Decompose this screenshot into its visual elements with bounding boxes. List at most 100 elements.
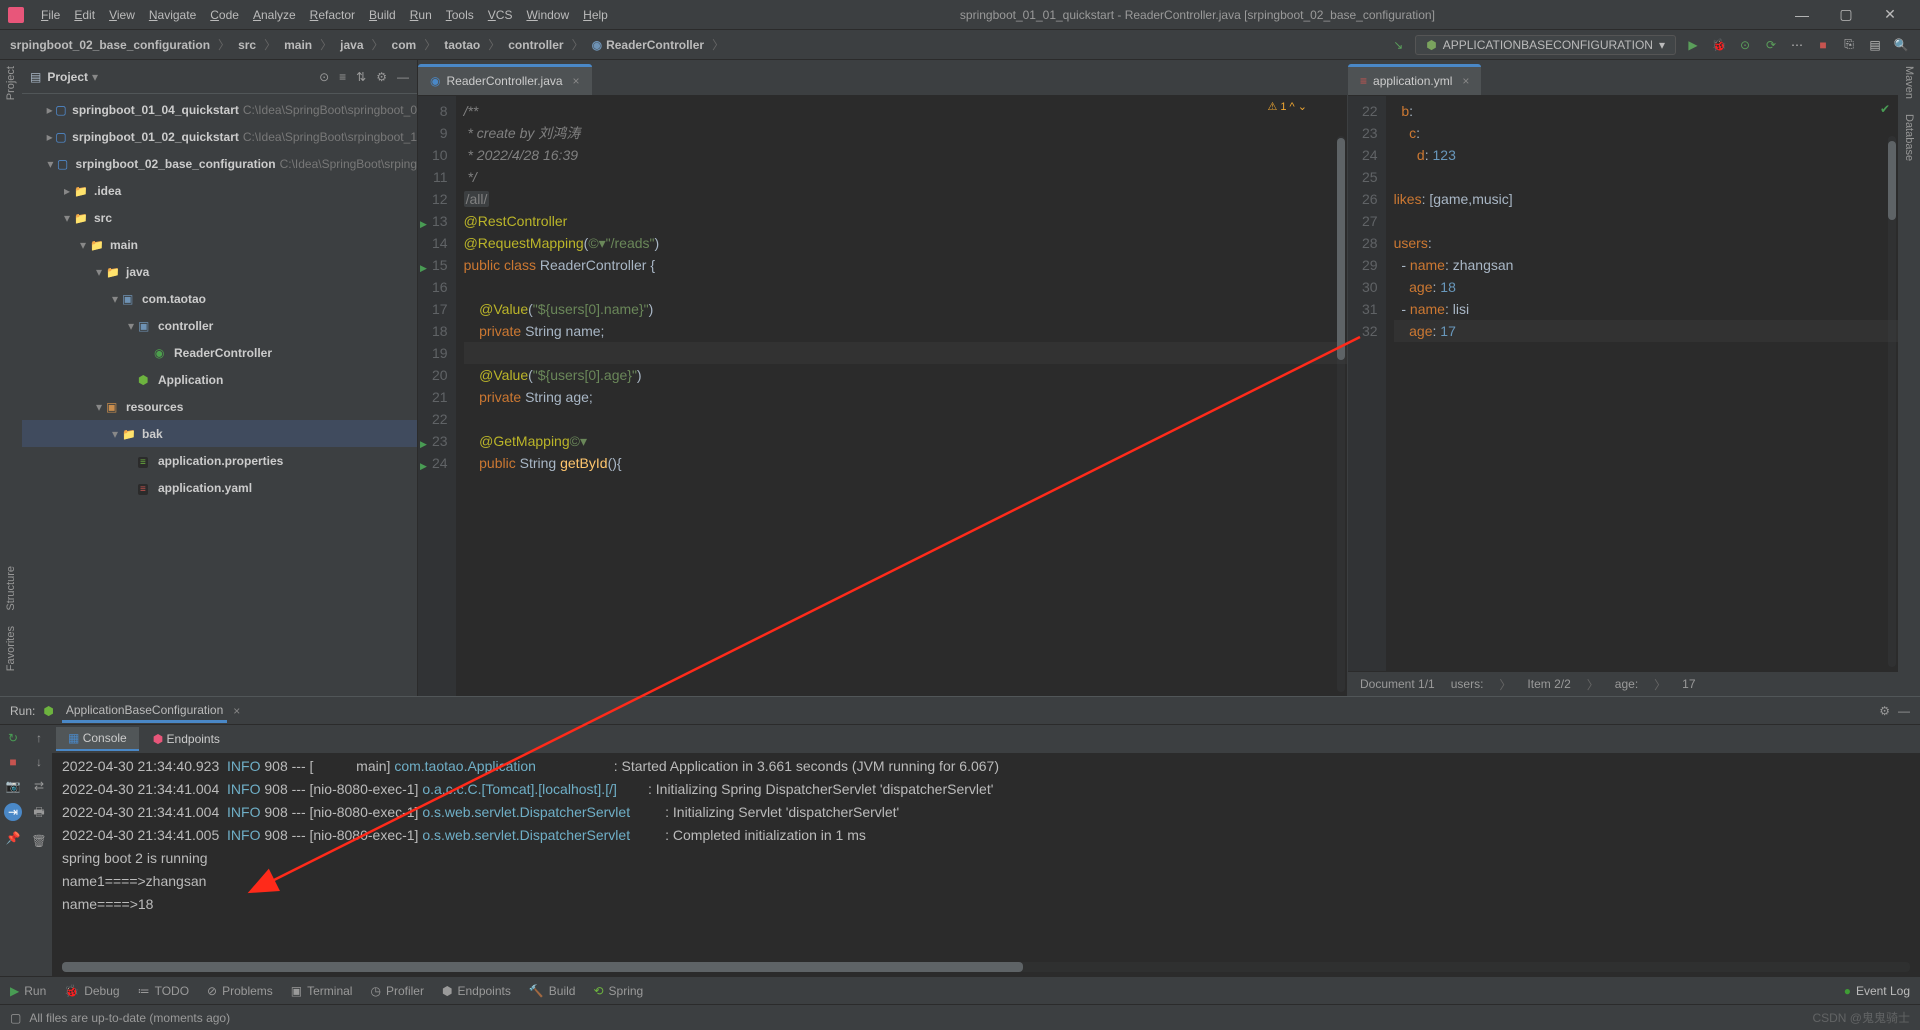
debug-tool-button[interactable]: 🐞Debug — [64, 984, 119, 998]
spring-tool-button[interactable]: ⟲Spring — [593, 984, 643, 998]
expand-icon[interactable]: ≡ — [339, 70, 346, 84]
close-tab-icon[interactable]: × — [1462, 74, 1469, 88]
close-tab-icon[interactable]: × — [573, 74, 580, 88]
breadcrumb-item[interactable]: taotao — [444, 38, 480, 52]
problems-tool-button[interactable]: ⊘Problems — [207, 984, 273, 998]
tree-row[interactable]: ▾src — [22, 204, 417, 231]
profiler-tool-button[interactable]: ◷Profiler — [370, 984, 424, 998]
console-tab[interactable]: ▦ Console — [56, 727, 139, 751]
tree-row[interactable]: ▸springboot_01_04_quickstartC:\Idea\Spri… — [22, 96, 417, 123]
minimize-button[interactable]: — — [1780, 7, 1824, 23]
menu-vcs[interactable]: VCS — [481, 8, 520, 22]
up-icon[interactable]: ↑ — [36, 731, 42, 745]
breadcrumb-item[interactable]: srpingboot_02_base_configuration — [10, 38, 210, 52]
tree-row[interactable]: ▾com.taotao — [22, 285, 417, 312]
structure-tool-button[interactable]: Structure — [5, 566, 17, 611]
crumb[interactable]: 17 — [1682, 677, 1695, 691]
editor-breadcrumb-bar[interactable]: Document 1/1 users:〉 Item 2/2〉 age:〉 17 — [1348, 671, 1898, 696]
tab-reader-controller[interactable]: ◉ ReaderController.java × — [418, 64, 592, 95]
code-area-left[interactable]: 89101112131415161718192021222324 /** * c… — [418, 96, 1347, 696]
tree-row[interactable]: ▾java — [22, 258, 417, 285]
menu-window[interactable]: Window — [519, 8, 576, 22]
attach-icon[interactable]: ⋯ — [1788, 36, 1806, 54]
tree-row[interactable]: ▾main — [22, 231, 417, 258]
breadcrumb-item[interactable]: main — [284, 38, 312, 52]
menu-navigate[interactable]: Navigate — [142, 8, 203, 22]
tab-application-yml[interactable]: ≡ application.yml × — [1348, 64, 1481, 95]
down-icon[interactable]: ↓ — [36, 755, 42, 769]
search-icon[interactable]: 🔍 — [1892, 36, 1910, 54]
project-tree[interactable]: ▸springboot_01_04_quickstartC:\Idea\Spri… — [22, 94, 417, 696]
stop-icon[interactable]: ■ — [9, 755, 16, 769]
build-tool-button[interactable]: 🔨Build — [529, 984, 576, 998]
event-log-button[interactable]: Event Log — [1844, 984, 1910, 998]
console-output[interactable]: 2022-04-30 21:34:40.923 INFO 908 --- [ m… — [52, 753, 1920, 960]
menu-edit[interactable]: Edit — [67, 8, 102, 22]
print-icon[interactable]: 🖶 — [33, 803, 44, 824]
maven-tool-button[interactable]: Maven — [1903, 66, 1915, 99]
menu-help[interactable]: Help — [576, 8, 615, 22]
project-panel-title[interactable]: Project — [47, 70, 88, 84]
tree-row[interactable]: ▸.idea — [22, 177, 417, 204]
camera-icon[interactable]: 📷 — [6, 779, 21, 793]
run-configuration-selector[interactable]: ⬢ APPLICATIONBASECONFIGURATION ▾ — [1415, 35, 1676, 55]
rerun-icon[interactable]: ↻ — [8, 731, 18, 745]
exit-icon[interactable]: ⇥ — [4, 803, 22, 821]
crumb[interactable]: age: — [1615, 677, 1638, 691]
database-tool-button[interactable]: Database — [1903, 114, 1915, 161]
menu-analyze[interactable]: Analyze — [246, 8, 303, 22]
gear-icon[interactable]: ⚙ — [1879, 704, 1890, 718]
menu-file[interactable]: File — [34, 8, 67, 22]
inspection-indicator[interactable]: ⚠ 1 ^ ⌄ — [1267, 100, 1307, 113]
project-tool-button[interactable]: Project — [5, 66, 17, 100]
tree-row[interactable]: ▾resources — [22, 393, 417, 420]
crumb[interactable]: Item 2/2 — [1527, 677, 1570, 691]
breadcrumbs[interactable]: srpingboot_02_base_configuration〉src〉mai… — [10, 36, 728, 53]
close-button[interactable]: ✕ — [1868, 6, 1912, 23]
tree-row[interactable]: application.properties — [22, 447, 417, 474]
crumb[interactable]: users: — [1451, 677, 1484, 691]
wrap-icon[interactable]: ⇄ — [34, 779, 44, 793]
hide-icon[interactable]: — — [397, 70, 409, 84]
favorites-tool-button[interactable]: Favorites — [5, 626, 17, 671]
vertical-scrollbar[interactable] — [1888, 136, 1896, 667]
code-area-right[interactable]: 2223242526272829303132 b: c: d: 123 like… — [1348, 96, 1898, 671]
collapse-icon[interactable]: ⇅ — [356, 70, 366, 84]
hide-icon[interactable]: — — [1898, 704, 1910, 718]
menu-run[interactable]: Run — [403, 8, 439, 22]
menu-view[interactable]: View — [102, 8, 142, 22]
tree-row[interactable]: ▾bak — [22, 420, 417, 447]
vertical-scrollbar[interactable] — [1337, 136, 1345, 692]
breadcrumb-item[interactable]: controller — [508, 38, 563, 52]
coverage-icon[interactable]: ⊙ — [1736, 36, 1754, 54]
pin-icon[interactable]: 📌 — [6, 831, 21, 845]
menu-refactor[interactable]: Refactor — [303, 8, 362, 22]
profile-icon[interactable]: ⟳ — [1762, 36, 1780, 54]
todo-tool-button[interactable]: ≔TODO — [138, 984, 189, 998]
maximize-button[interactable]: ▢ — [1824, 6, 1868, 23]
menu-build[interactable]: Build — [362, 8, 403, 22]
gear-icon[interactable]: ⚙ — [376, 70, 387, 84]
horizontal-scrollbar[interactable] — [62, 962, 1910, 972]
code-body[interactable]: b: c: d: 123 likes: [game,music] users: … — [1386, 96, 1898, 671]
tree-row[interactable]: Application — [22, 366, 417, 393]
endpoints-tab[interactable]: ⬢ Endpoints — [141, 728, 232, 750]
locate-icon[interactable]: ⊙ — [319, 70, 329, 84]
endpoints-tool-button[interactable]: ⬢Endpoints — [442, 984, 511, 998]
run-button-icon[interactable]: ▶ — [1684, 36, 1702, 54]
breadcrumb-item[interactable]: src — [238, 38, 256, 52]
structure-icon[interactable]: ▤ — [1866, 36, 1884, 54]
tree-row[interactable]: application.yaml — [22, 474, 417, 501]
run-tool-button[interactable]: ▶Run — [10, 984, 46, 998]
tool-window-icon[interactable]: ▢ — [10, 1011, 21, 1025]
menu-code[interactable]: Code — [203, 8, 246, 22]
tree-row[interactable]: ▸srpingboot_01_02_quickstartC:\Idea\Spri… — [22, 123, 417, 150]
breadcrumb-item[interactable]: ReaderController — [606, 38, 704, 52]
build-hammer-icon[interactable]: ↘ — [1389, 36, 1407, 54]
tree-row[interactable]: ReaderController — [22, 339, 417, 366]
terminal-tool-button[interactable]: ▣Terminal — [291, 984, 353, 998]
stop-button-icon[interactable]: ■ — [1814, 36, 1832, 54]
run-tab[interactable]: ApplicationBaseConfiguration — [62, 698, 227, 723]
tree-row[interactable]: ▾srpingboot_02_base_configurationC:\Idea… — [22, 150, 417, 177]
breadcrumb-item[interactable]: com — [392, 38, 417, 52]
